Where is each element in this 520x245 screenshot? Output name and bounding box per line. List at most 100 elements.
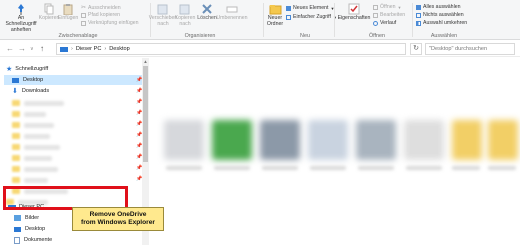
refresh-icon[interactable]: ↻ [410, 43, 422, 55]
blurred-file-thumbnail[interactable] [164, 120, 204, 160]
delete-label: Löschen [197, 15, 217, 21]
ribbon-separator [334, 3, 335, 37]
file-view [150, 58, 520, 245]
blurred-folder-thumbnail[interactable] [488, 120, 518, 160]
path-separator-icon: › [104, 46, 107, 52]
new-item-icon [286, 5, 291, 11]
easy-access-icon [286, 14, 291, 20]
breadcrumb-desktop[interactable]: Desktop [109, 46, 130, 52]
blurred-file-label [262, 166, 298, 170]
address-bar: ← → ∨ ↑ › Dieser PC › Desktop ↻ "Desktop… [0, 41, 520, 57]
forward-arrow-icon[interactable]: → [18, 44, 26, 53]
delete-x-icon [202, 4, 212, 14]
select-all-icon [416, 4, 421, 10]
nav-desktop-pinned[interactable]: Desktop [4, 75, 142, 85]
delete-button[interactable]: Löschen [196, 3, 218, 21]
easy-access-label: Einfacher Zugriff [293, 14, 331, 20]
history-label: Verlauf [380, 20, 397, 26]
blurred-folder-icon [12, 144, 20, 150]
open-icon [373, 4, 378, 10]
copy-label: Kopieren [38, 15, 60, 21]
nav-desktop[interactable]: Desktop [14, 224, 45, 234]
callout-note: Remove OneDrive from Windows Explorer [72, 207, 164, 231]
nav-downloads-label: Downloads [21, 88, 50, 94]
blurred-file-thumbnail[interactable] [260, 120, 300, 160]
invert-selection-icon [416, 20, 421, 26]
recent-locations-icon[interactable]: ∨ [30, 46, 34, 52]
pictures-icon [14, 215, 21, 221]
copy-to-label: Kopieren nach [174, 15, 196, 27]
paste-button[interactable]: Einfügen [58, 3, 78, 21]
blurred-folder-icon [12, 133, 20, 139]
paste-shortcut-button[interactable]: Verknüpfung einfügen [81, 20, 138, 26]
blurred-file-label [452, 166, 480, 170]
nav-documents-label: Dokumente [24, 237, 53, 243]
copy-path-button[interactable]: Pfad kopieren [81, 12, 120, 18]
nav-documents[interactable]: Dokumente [14, 235, 52, 245]
properties-button[interactable]: Eigenschaften [338, 3, 370, 21]
blurred-folder-icon [12, 155, 20, 161]
blurred-file-label [358, 166, 394, 170]
blurred-item [24, 167, 58, 172]
rename-button[interactable]: Umbenennen [216, 3, 248, 21]
blurred-item [24, 112, 46, 117]
chevron-down-icon: ▼ [397, 4, 402, 10]
rename-label: Umbenennen [216, 15, 248, 21]
easy-access-button[interactable]: Einfacher Zugriff ▼ [286, 14, 337, 20]
blurred-file-label [214, 166, 250, 170]
nav-pictures[interactable]: Bilder [14, 213, 39, 223]
nav-quick-access[interactable]: ★ Schnellzugriff [6, 64, 48, 74]
history-button[interactable]: Verlauf [373, 20, 396, 26]
breadcrumb-this-pc[interactable]: Dieser PC [76, 46, 102, 52]
back-arrow-icon[interactable]: ← [6, 44, 14, 53]
organize-group-label: Organisieren [184, 33, 216, 39]
select-all-button[interactable]: Alles auswählen [416, 4, 461, 10]
cut-button[interactable]: ✂ Ausschneiden [81, 4, 121, 12]
blurred-file-label [166, 166, 202, 170]
new-item-button[interactable]: Neues Element ▼ [286, 5, 334, 11]
blurred-folder-thumbnail[interactable] [452, 120, 482, 160]
pin-quick-access-button[interactable]: An Schnellzugriff anheften [3, 3, 39, 33]
blurred-item [24, 145, 60, 150]
blurred-file-label [406, 166, 442, 170]
copy-to-button[interactable]: Kopieren nach [174, 3, 196, 27]
nav-desktop-label: Desktop [23, 77, 44, 83]
path-separator-icon: › [71, 46, 73, 52]
nav-quick-access-label: Schnellzugriff [15, 66, 49, 72]
nav-downloads[interactable]: ⬇ Downloads [12, 86, 49, 96]
edit-icon [373, 12, 378, 18]
ribbon-separator [412, 3, 413, 37]
blurred-file-thumbnail[interactable] [212, 120, 252, 160]
path-box[interactable]: › Dieser PC › Desktop [56, 43, 406, 55]
new-folder-button[interactable]: Neuer Ordner [265, 3, 285, 27]
history-icon [373, 20, 378, 26]
nav-scrollbar-thumb[interactable] [143, 66, 148, 162]
edit-button[interactable]: Bearbeiten [373, 12, 405, 18]
blurred-file-thumbnail[interactable] [308, 120, 348, 160]
open-group-label: Öffnen [368, 33, 386, 39]
invert-selection-button[interactable]: Auswahl umkehren [416, 20, 467, 26]
blurred-item [24, 156, 52, 161]
select-none-icon [416, 12, 421, 18]
move-to-icon [157, 4, 168, 15]
documents-icon [14, 236, 20, 244]
invert-selection-label: Auswahl umkehren [423, 20, 468, 26]
open-button[interactable]: Öffnen ▼ [373, 4, 401, 10]
copy-to-icon [179, 4, 190, 15]
up-arrow-icon[interactable]: ↑ [40, 44, 44, 53]
download-icon: ⬇ [12, 88, 18, 95]
scroll-up-icon[interactable]: ▲ [142, 59, 149, 64]
this-pc-icon [60, 46, 68, 52]
properties-check-icon [348, 3, 360, 15]
select-none-button[interactable]: Nichts auswählen [416, 12, 464, 18]
blurred-file-thumbnail[interactable] [404, 120, 444, 160]
pin-icon [18, 4, 24, 15]
nav-pictures-label: Bilder [25, 215, 40, 221]
desktop-icon [14, 226, 21, 232]
blurred-item [24, 178, 48, 183]
search-input[interactable]: "Desktop" durchsuchen [425, 43, 515, 55]
copy-path-label: Pfad kopieren [88, 12, 121, 18]
blurred-file-thumbnail[interactable] [356, 120, 396, 160]
copy-button[interactable]: Kopieren [39, 3, 59, 21]
move-to-button[interactable]: Verschieben nach [149, 3, 177, 27]
